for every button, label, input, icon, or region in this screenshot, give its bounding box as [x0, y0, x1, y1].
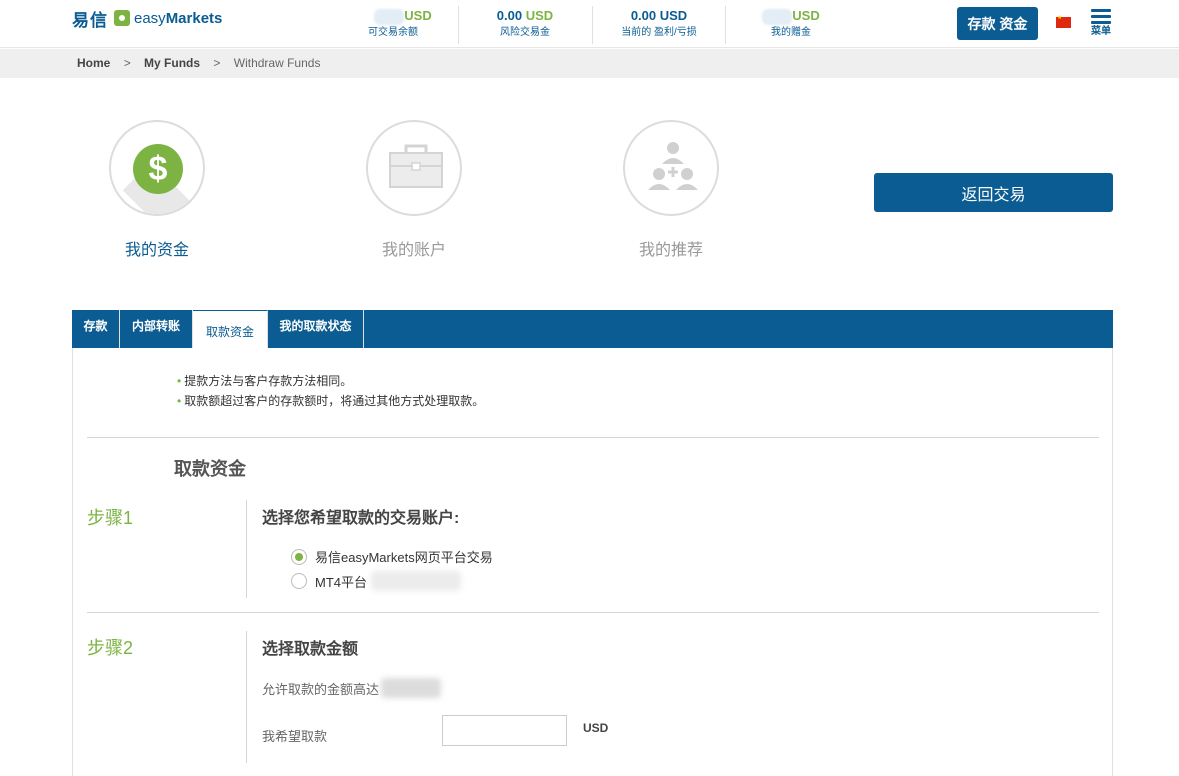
step-divider [246, 500, 247, 598]
withdraw-panel: • 提款方法与客户存款方法相同。 • 取款额超过客户的存款额时，将通过其他方式处理取… [72, 348, 1113, 776]
china-flag-icon[interactable] [1056, 14, 1071, 28]
step-divider [246, 631, 247, 763]
breadcrumb-separator: > [213, 56, 221, 70]
divider [87, 437, 1099, 438]
step2-title: 选择取款金额 [262, 641, 359, 658]
withdraw-amount-input[interactable] [442, 715, 567, 746]
step1-title: 选择您希望取款的交易账户: [262, 510, 460, 527]
tab-internal-transfer[interactable]: 内部转账 [120, 310, 193, 348]
divider [725, 6, 726, 44]
step1-label: 步骤1 [87, 508, 134, 528]
breadcrumb: Home > My Funds > Withdraw Funds [0, 49, 1179, 78]
section-label: 我的推荐 [638, 242, 703, 259]
amount-currency: USD [583, 721, 609, 735]
referral-icon [623, 120, 719, 216]
stat-currency: USD [525, 8, 554, 23]
hamburger-icon [1091, 9, 1111, 12]
stat-label: 我的赠金 [771, 27, 811, 38]
stat-current-pnl[interactable]: 0.00 USD 当前的 盈利/亏损 [610, 6, 708, 44]
section-label: 我的账户 [381, 242, 446, 259]
stat-value: 0.00 USD [480, 6, 570, 26]
stat-value: USD [358, 6, 448, 26]
top-header: 易信 easyMarkets USD 可交易余额 0.00 USD 风险交易金 … [0, 0, 1179, 48]
tab-deposit[interactable]: 存款 [72, 310, 120, 348]
breadcrumb-home[interactable]: Home [77, 56, 110, 70]
dollar-sign: $ [133, 144, 183, 194]
step2-label: 步骤2 [87, 638, 134, 658]
section-my-referrals[interactable]: 我的推荐 [611, 120, 731, 260]
stat-my-bonus[interactable]: USD 我的赠金 [756, 6, 826, 44]
deposit-funds-button[interactable]: 存款 资金 [957, 7, 1038, 40]
logo-english-text: easyMarkets [134, 10, 222, 27]
note-text: 取款额超过客户的存款额时，将通过其他方式处理取款。 [184, 394, 485, 408]
logo-en-light: easy [134, 9, 166, 27]
stat-currency: USD [792, 8, 820, 23]
divider [87, 612, 1099, 613]
stat-label: 风险交易金 [500, 27, 550, 38]
redacted-amount [381, 678, 442, 698]
divider [458, 6, 459, 44]
tab-withdrawal-status[interactable]: 我的取款状态 [268, 310, 364, 348]
stat-label: 当前的 盈利/亏损 [621, 27, 697, 38]
stat-number: 0.00 [496, 8, 523, 23]
radio-button[interactable] [291, 573, 307, 589]
note-text: 提款方法与客户存款方法相同。 [184, 374, 353, 388]
stat-value: 0.00 USD [630, 8, 688, 23]
withdraw-amount-label: 我希望取款 [262, 729, 328, 744]
stat-currency: USD [404, 8, 432, 23]
funds-tab-bar: 存款 内部转账 取款资金 我的取款状态 [72, 310, 1113, 348]
section-my-funds[interactable]: $ 我的资金 [97, 120, 217, 260]
stat-label: 可交易余额 [368, 27, 418, 38]
referral-svg [648, 142, 698, 190]
breadcrumb-my-funds[interactable]: My Funds [144, 56, 200, 70]
account-option-web[interactable]: 易信easyMarkets网页平台交易 [291, 547, 493, 566]
tab-withdraw-funds[interactable]: 取款资金 [193, 310, 268, 348]
section-my-account[interactable]: 我的账户 [354, 120, 474, 260]
briefcase-svg [389, 144, 443, 188]
dollar-icon: $ [109, 120, 205, 216]
hamburger-icon-bar [1091, 15, 1111, 18]
easymarkets-logo[interactable]: 易信 easyMarkets [72, 8, 222, 30]
bullet: • [177, 374, 182, 388]
back-to-trading-button[interactable]: 返回交易 [874, 173, 1113, 212]
section-label: 我的资金 [124, 242, 189, 259]
allowed-amount-label: 允许取款的金额高达 [262, 681, 380, 697]
menu-label: 菜单 [1091, 26, 1111, 37]
blurred-value [762, 8, 793, 25]
panel-title: 取款资金 [174, 459, 246, 479]
bullet: • [177, 394, 182, 408]
breadcrumb-current: Withdraw Funds [233, 56, 321, 70]
blurred-value [374, 8, 405, 25]
account-option-mt4[interactable]: MT4平台 [291, 571, 462, 591]
allowed-amount-row: 允许取款的金额高达 [262, 678, 442, 698]
briefcase-icon [366, 120, 462, 216]
stat-tradable-balance[interactable]: USD 可交易余额 [358, 6, 448, 44]
note-item: • 提款方法与客户存款方法相同。 [177, 372, 352, 389]
note-item: • 取款额超过客户的存款额时，将通过其他方式处理取款。 [177, 392, 484, 409]
divider [592, 6, 593, 44]
stat-value: USD [756, 6, 826, 26]
radio-label: MT4平台 [315, 574, 368, 590]
stat-risk-margin[interactable]: 0.00 USD 风险交易金 [480, 6, 570, 44]
hamburger-icon-bar [1091, 21, 1111, 24]
radio-button-checked[interactable] [291, 548, 307, 565]
logo-en-bold: Markets [165, 9, 223, 27]
logo-chinese-text: 易信 [72, 10, 108, 30]
breadcrumb-separator: > [123, 56, 131, 70]
redacted-account-number [371, 571, 462, 591]
logo-mark-icon [114, 10, 130, 26]
menu-button[interactable]: 菜单 [1088, 9, 1114, 43]
radio-label: 易信easyMarkets网页平台交易 [315, 550, 493, 565]
